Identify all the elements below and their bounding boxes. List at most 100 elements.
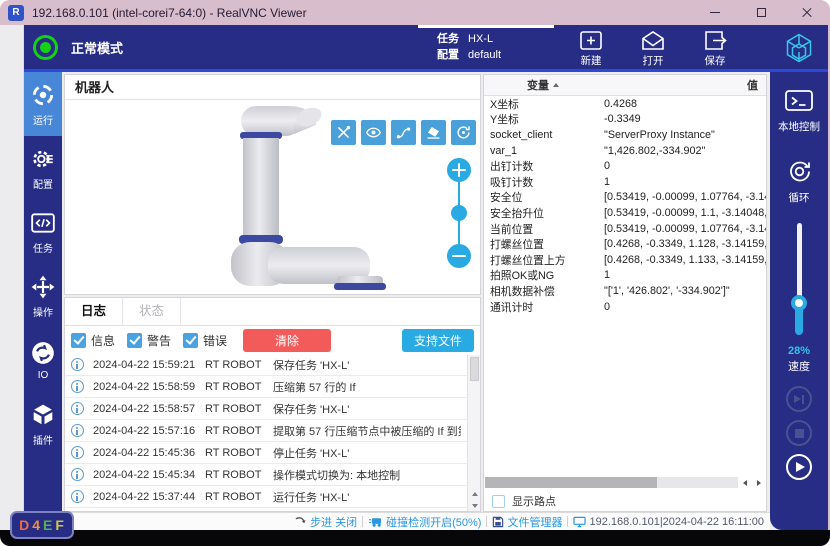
local-control-item[interactable]: 本地控制 xyxy=(778,88,820,134)
arrow-down-icon xyxy=(472,504,478,508)
sidebar-config-label: 配置 xyxy=(33,176,53,191)
variable-name: 打螺丝位置 xyxy=(484,236,602,252)
arrow-up-icon xyxy=(472,492,478,496)
scroll-left-button[interactable] xyxy=(738,476,752,489)
show-waypoints-label: 显示路点 xyxy=(512,493,556,509)
variable-value: -0.3349 xyxy=(602,113,766,125)
filter-info-checkbox[interactable] xyxy=(71,333,86,348)
sidebar-item-task[interactable]: 任务 xyxy=(24,200,62,264)
sidebar-item-operate[interactable]: 操作 xyxy=(24,264,62,328)
variable-value: [0.53419, -0.00099, 1.1, -3.14048, -0.00 xyxy=(602,207,766,219)
robot-panel: 机器人 xyxy=(64,74,481,295)
variable-value: [0.53419, -0.00099, 1.07764, -3.14048, xyxy=(602,191,766,203)
task-config-block: 任务 HX-L 配置 default xyxy=(437,31,501,63)
brand-cube-logo-icon xyxy=(783,32,815,69)
play-button[interactable] xyxy=(786,454,812,480)
save-task-button[interactable]: 保存 xyxy=(693,29,737,68)
scroll-down-button[interactable] xyxy=(468,500,481,511)
column-variable[interactable]: 变量 xyxy=(484,77,602,93)
task-value: HX-L xyxy=(468,31,493,47)
content-area: 机器人 xyxy=(62,72,770,530)
step-forward-button[interactable] xyxy=(786,386,812,412)
speed-label: 速度 xyxy=(788,358,810,374)
sidebar-operate-label: 操作 xyxy=(33,304,53,319)
sidebar-item-io[interactable]: IO xyxy=(24,328,62,392)
hscrollbar-track[interactable] xyxy=(485,477,738,488)
step-mode-status[interactable]: 步进 关闭 xyxy=(294,514,357,530)
scroll-right-button[interactable] xyxy=(752,476,766,489)
clear-log-button[interactable]: 清除 xyxy=(243,329,331,352)
variable-name: 安全抬升位 xyxy=(484,205,602,221)
tab-log[interactable]: 日志 xyxy=(65,298,123,325)
maximize-button[interactable] xyxy=(738,0,784,25)
speed-slider-handle[interactable] xyxy=(791,295,807,311)
zoom-out-button[interactable] xyxy=(447,244,471,268)
open-task-button[interactable]: 打开 xyxy=(631,29,675,68)
filter-error-checkbox[interactable] xyxy=(183,333,198,348)
spline-path-icon xyxy=(395,124,412,141)
hscrollbar-thumb[interactable] xyxy=(485,477,657,488)
variable-row: 打螺丝位置上方[0.4268, -0.3349, 1.133, -3.14159… xyxy=(484,252,766,268)
log-scrollbar-thumb[interactable] xyxy=(470,357,479,381)
sidebar-item-config[interactable]: 配置 xyxy=(24,136,62,200)
log-source: RT ROBOT xyxy=(205,447,273,459)
robot-viewport[interactable] xyxy=(65,100,480,294)
tab-status[interactable]: 状态 xyxy=(123,298,181,325)
sidebar-item-plugin[interactable]: 插件 xyxy=(24,392,62,456)
variable-row: 相机数据补偿"['1', '426.802', '-334.902']" xyxy=(484,283,766,299)
minimize-icon xyxy=(710,12,720,13)
file-manager-button[interactable]: 文件管理器 xyxy=(492,514,562,530)
info-icon xyxy=(71,402,84,415)
collision-detection-status[interactable]: 碰撞检测开启(50%) xyxy=(368,514,481,530)
support-files-button[interactable]: 支持文件 xyxy=(402,329,474,352)
filter-warning-checkbox[interactable] xyxy=(127,333,142,348)
sidebar-run-label: 运行 xyxy=(33,112,53,127)
terminal-icon xyxy=(784,88,814,114)
tools-button[interactable] xyxy=(331,120,356,145)
variable-value: 1 xyxy=(602,176,766,188)
variable-value: "1,426.802,-334.902" xyxy=(602,145,766,157)
transport-controls xyxy=(786,386,812,480)
step-forward-icon xyxy=(794,395,805,404)
log-time: 2024-04-22 15:45:36 xyxy=(93,447,205,459)
show-waypoints-checkbox[interactable] xyxy=(492,495,505,508)
sidebar-plugin-label: 插件 xyxy=(33,432,53,447)
config-row: 配置 default xyxy=(437,47,501,63)
new-task-button[interactable]: 新建 xyxy=(569,29,613,68)
host-desktop-strip xyxy=(0,25,24,530)
variable-value: [0.4268, -0.3349, 1.128, -3.14159, 0, -1 xyxy=(602,238,766,250)
column-value[interactable]: 值 xyxy=(602,77,766,93)
log-entry: 2024-04-22 15:57:16 RT ROBOT 提取第 57 行压缩节… xyxy=(65,420,467,442)
realvnc-logo-icon: R xyxy=(8,5,24,21)
variable-name: socket_client xyxy=(484,129,602,141)
stop-button[interactable] xyxy=(786,420,812,446)
window-title: 192.168.0.101 (intel-corei7-64:0) - Real… xyxy=(32,6,307,20)
log-source: RT ROBOT xyxy=(205,381,273,393)
path-button[interactable] xyxy=(391,120,416,145)
variable-name: 拍照OK或NG xyxy=(484,267,602,283)
variables-empty-space xyxy=(484,314,766,476)
close-button[interactable] xyxy=(784,0,830,25)
variables-hscrollbar xyxy=(484,476,766,489)
speed-slider[interactable] xyxy=(790,223,808,335)
zoom-in-button[interactable] xyxy=(447,158,471,182)
sidebar-item-run[interactable]: 运行 xyxy=(24,72,62,136)
log-entry: 2024-04-22 15:45:36 RT ROBOT 停止任务 'HX-L' xyxy=(65,442,467,464)
info-icon xyxy=(71,446,84,459)
folder-plus-icon xyxy=(578,29,604,52)
realvnc-window: R 192.168.0.101 (intel-corei7-64:0) - Re… xyxy=(0,0,830,546)
scroll-up-button[interactable] xyxy=(468,488,481,499)
eraser-icon xyxy=(425,124,442,141)
column-variable-label: 变量 xyxy=(527,77,549,93)
log-entry: 2024-04-22 15:58:57 RT ROBOT 保存任务 'HX-L' xyxy=(65,398,467,420)
minimize-button[interactable] xyxy=(692,0,738,25)
loop-item[interactable]: 循环 xyxy=(786,158,813,205)
eraser-button[interactable] xyxy=(421,120,446,145)
save-task-label: 保存 xyxy=(705,53,726,68)
close-icon xyxy=(801,7,813,19)
reset-view-button[interactable] xyxy=(451,120,476,145)
visibility-button[interactable] xyxy=(361,120,386,145)
variable-row: socket_client"ServerProxy Instance" xyxy=(484,127,766,143)
step-status-label: 步进 关闭 xyxy=(310,514,357,530)
log-scrollbar[interactable] xyxy=(467,355,480,511)
